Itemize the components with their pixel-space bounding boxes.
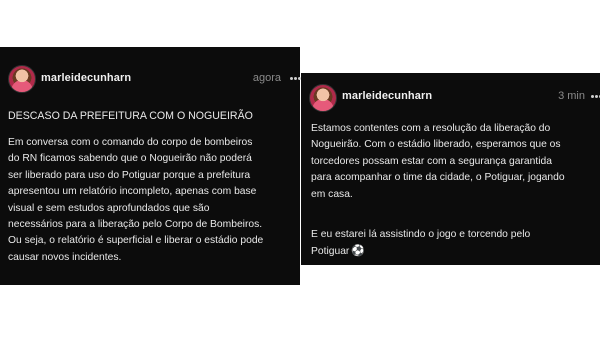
more-icon[interactable]: [595, 95, 598, 98]
more-icon[interactable]: [294, 77, 297, 80]
avatar[interactable]: [8, 65, 36, 93]
avatar[interactable]: [309, 84, 337, 112]
post-title: DESCASO DA PREFEITURA COM O NOGUEIRÃO: [8, 110, 253, 122]
post-body: Estamos contentes com a resolução da lib…: [311, 123, 565, 200]
post-header: marleidecunharn 3 min: [301, 73, 600, 123]
post-body-closing: E eu estarei lá assistindo o jogo e torc…: [311, 227, 597, 261]
timestamp: 3 min: [558, 90, 585, 102]
post-card-left: marleidecunharn agora DESCASO DA PREFEIT…: [0, 47, 300, 285]
soccer-ball-icon: ⚽: [351, 245, 366, 258]
timestamp: agora: [252, 72, 281, 84]
username[interactable]: marleidecunharn: [342, 90, 432, 102]
username[interactable]: marleidecunharn: [41, 72, 131, 84]
post-header: marleidecunharn agora: [0, 47, 300, 97]
post-body-closing-text: E eu estarei lá assistindo o jogo e torc…: [311, 229, 531, 258]
post-body: Em conversa com o comando do corpo de bo…: [8, 137, 264, 263]
post-card-right: marleidecunharn 3 min Estamos contentes …: [301, 73, 600, 265]
